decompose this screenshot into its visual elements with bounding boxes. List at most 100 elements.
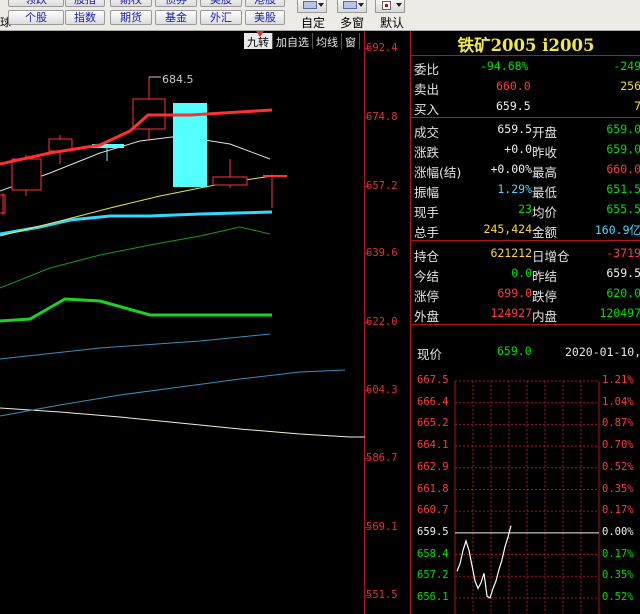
quote-row-zhangting: 涨停 699.0 跌停 620.0 bbox=[414, 283, 640, 304]
custom-tool-button[interactable] bbox=[297, 0, 327, 13]
market-tab-us-stocks[interactable]: 美股 bbox=[245, 10, 285, 25]
market-tab-top-1[interactable]: 领跌 bbox=[8, 0, 64, 7]
quote-value-2: -3719 bbox=[606, 246, 640, 260]
price-axis-label-4: 639.6 bbox=[366, 247, 398, 259]
candles[interactable] bbox=[0, 77, 287, 215]
tick-price-label: 666.4 bbox=[417, 395, 449, 408]
default-tool-button[interactable] bbox=[375, 0, 405, 13]
market-tab-top-4[interactable]: 债券 bbox=[155, 0, 197, 7]
tick-price-label: 660.7 bbox=[417, 504, 449, 517]
tick-chart-grid bbox=[454, 380, 600, 614]
quote-value-2: 660.0 bbox=[606, 162, 640, 176]
quote-value-2: 659.0 bbox=[606, 142, 640, 156]
tab-ma-settings[interactable]: 均线 bbox=[313, 33, 342, 49]
peak-price-label: 684.5 bbox=[162, 73, 194, 86]
market-tab-top-6[interactable]: 港股 bbox=[245, 0, 285, 7]
price-axis-label-5: 622.0 bbox=[366, 316, 398, 328]
market-tab-index[interactable]: 指数 bbox=[65, 10, 105, 25]
intraday-price-line bbox=[456, 525, 512, 599]
divider bbox=[411, 117, 640, 118]
quote-value-2: 659.0 bbox=[606, 122, 640, 136]
quote-value: 659.5 bbox=[496, 99, 531, 113]
quote-value-2: 160.9亿 bbox=[594, 223, 640, 237]
kline-chart-canvas[interactable] bbox=[0, 31, 410, 614]
quote-label: 买入 bbox=[414, 102, 440, 117]
market-tab-top-3[interactable]: 期权 bbox=[110, 0, 152, 7]
tab-window[interactable]: 窗 bbox=[342, 33, 360, 49]
divider bbox=[411, 240, 640, 241]
tick-price-label: 667.5 bbox=[417, 374, 449, 386]
quote-value-2: 120497 bbox=[599, 306, 640, 320]
quote-row-xianshou: 现手 23 均价 655.5 bbox=[414, 199, 640, 220]
market-tab-stocks[interactable]: 个股 bbox=[8, 10, 64, 25]
price-axis-label-8: 569.1 bbox=[366, 521, 398, 533]
multi-window-tool-button[interactable] bbox=[337, 0, 367, 13]
quote-value-2: 659.5 bbox=[606, 266, 640, 280]
quote-row-waipan: 外盘 124927 内盘 120497 bbox=[414, 303, 640, 324]
tick-percent-label: 1.04% bbox=[602, 395, 634, 408]
quote-value: 1.29% bbox=[497, 182, 532, 196]
quote-row-buy[interactable]: 买入 659.5 7 bbox=[414, 96, 640, 117]
tick-price-label: 664.1 bbox=[417, 439, 449, 452]
current-price-row: 现价 659.0 2020-01-10,五 bbox=[411, 341, 640, 363]
market-tab-top-2[interactable]: 股指 bbox=[65, 0, 105, 7]
market-tab-forex[interactable]: 外汇 bbox=[200, 10, 242, 25]
quote-value: +0.00% bbox=[490, 162, 532, 176]
quote-value-2: -249 bbox=[613, 59, 640, 73]
quote-value: 245,424 bbox=[483, 222, 532, 236]
tick-percent-label: 0.87% bbox=[602, 417, 634, 430]
quote-label: 外盘 bbox=[414, 309, 440, 324]
quote-value: 621212 bbox=[490, 246, 532, 260]
current-price-label: 现价 bbox=[417, 347, 443, 362]
default-tool-label[interactable]: 默认 bbox=[380, 14, 404, 30]
current-price-value: 659.0 bbox=[497, 344, 532, 358]
quote-value-2: 256 bbox=[620, 79, 640, 93]
tick-price-label: 662.9 bbox=[417, 460, 449, 473]
quote-row-chengjiao: 成交 659.5 开盘 659.0 bbox=[414, 119, 640, 140]
tick-price-label: 658.4 bbox=[417, 547, 449, 560]
tick-price-label: 657.2 bbox=[417, 569, 449, 582]
candle-2[interactable] bbox=[11, 158, 42, 191]
tick-price-label: 656.1 bbox=[417, 591, 449, 603]
tick-percent-label: 0.35% bbox=[602, 569, 634, 582]
record-icon bbox=[382, 1, 391, 10]
multi-window-tool-label[interactable]: 多窗 bbox=[340, 14, 364, 30]
price-axis-label-9: 551.5 bbox=[366, 589, 398, 601]
quote-row-zhangdie: 涨跌 +0.0 昨收 659.0 bbox=[414, 139, 640, 160]
tick-price-label: 661.8 bbox=[417, 482, 449, 495]
quote-label-2: 内盘 bbox=[532, 309, 558, 324]
quote-row-zongshou: 总手 245,424 金额 160.9亿 bbox=[414, 219, 640, 240]
candle-7[interactable] bbox=[212, 176, 248, 186]
price-axis-label-1: 692.4 bbox=[366, 42, 398, 54]
tick-price-label: 659.5 bbox=[417, 525, 449, 538]
market-tab-futures[interactable]: 期货 bbox=[110, 10, 152, 25]
quote-value: 0.0 bbox=[511, 266, 532, 280]
kline-chart[interactable]: 684.5 九转 加自选 均线 窗 692.4 674.8 657.2 639.… bbox=[0, 31, 410, 614]
chevron-down-icon bbox=[318, 3, 324, 7]
quote-row-sell[interactable]: 卖出 660.0 256 bbox=[414, 76, 640, 97]
current-datetime: 2020-01-10,五 bbox=[565, 345, 640, 359]
toolbar: 球 领跌 股指 期权 债券 美股 港股 个股 指数 期货 基金 外汇 美股 自定… bbox=[0, 0, 640, 31]
windows-icon bbox=[343, 1, 357, 9]
ma-line-green-dark bbox=[0, 226, 271, 289]
tick-percent-label: 0.35% bbox=[602, 482, 634, 495]
market-tab-funds[interactable]: 基金 bbox=[155, 10, 197, 25]
market-tab-top-5[interactable]: 美股 bbox=[200, 0, 242, 7]
divider bbox=[411, 324, 640, 325]
quote-panel: 铁矿2005 i2005 委比 -94.68% -249 卖出 660.0 25… bbox=[410, 31, 640, 614]
tab-add-favorite[interactable]: 加自选 bbox=[273, 33, 313, 49]
tick-percent-label: 0.52% bbox=[602, 591, 634, 603]
quote-value: -94.68% bbox=[480, 59, 529, 73]
price-axis-label-7: 586.7 bbox=[366, 452, 398, 464]
ma-line-cyan bbox=[0, 210, 273, 236]
custom-tool-label[interactable]: 自定 bbox=[301, 14, 325, 30]
active-tab-marker-icon bbox=[256, 31, 264, 37]
contract-title: 铁矿2005 i2005 bbox=[411, 32, 640, 56]
price-axis-label-2: 674.8 bbox=[366, 111, 398, 123]
quote-value: +0.0 bbox=[504, 142, 532, 156]
ma-line-blue-lower bbox=[0, 333, 271, 360]
tick-percent-label: 0.17% bbox=[602, 504, 634, 517]
quote-value: 124927 bbox=[490, 306, 532, 320]
chevron-down-icon bbox=[358, 3, 364, 7]
quote-label: 总手 bbox=[414, 225, 440, 240]
